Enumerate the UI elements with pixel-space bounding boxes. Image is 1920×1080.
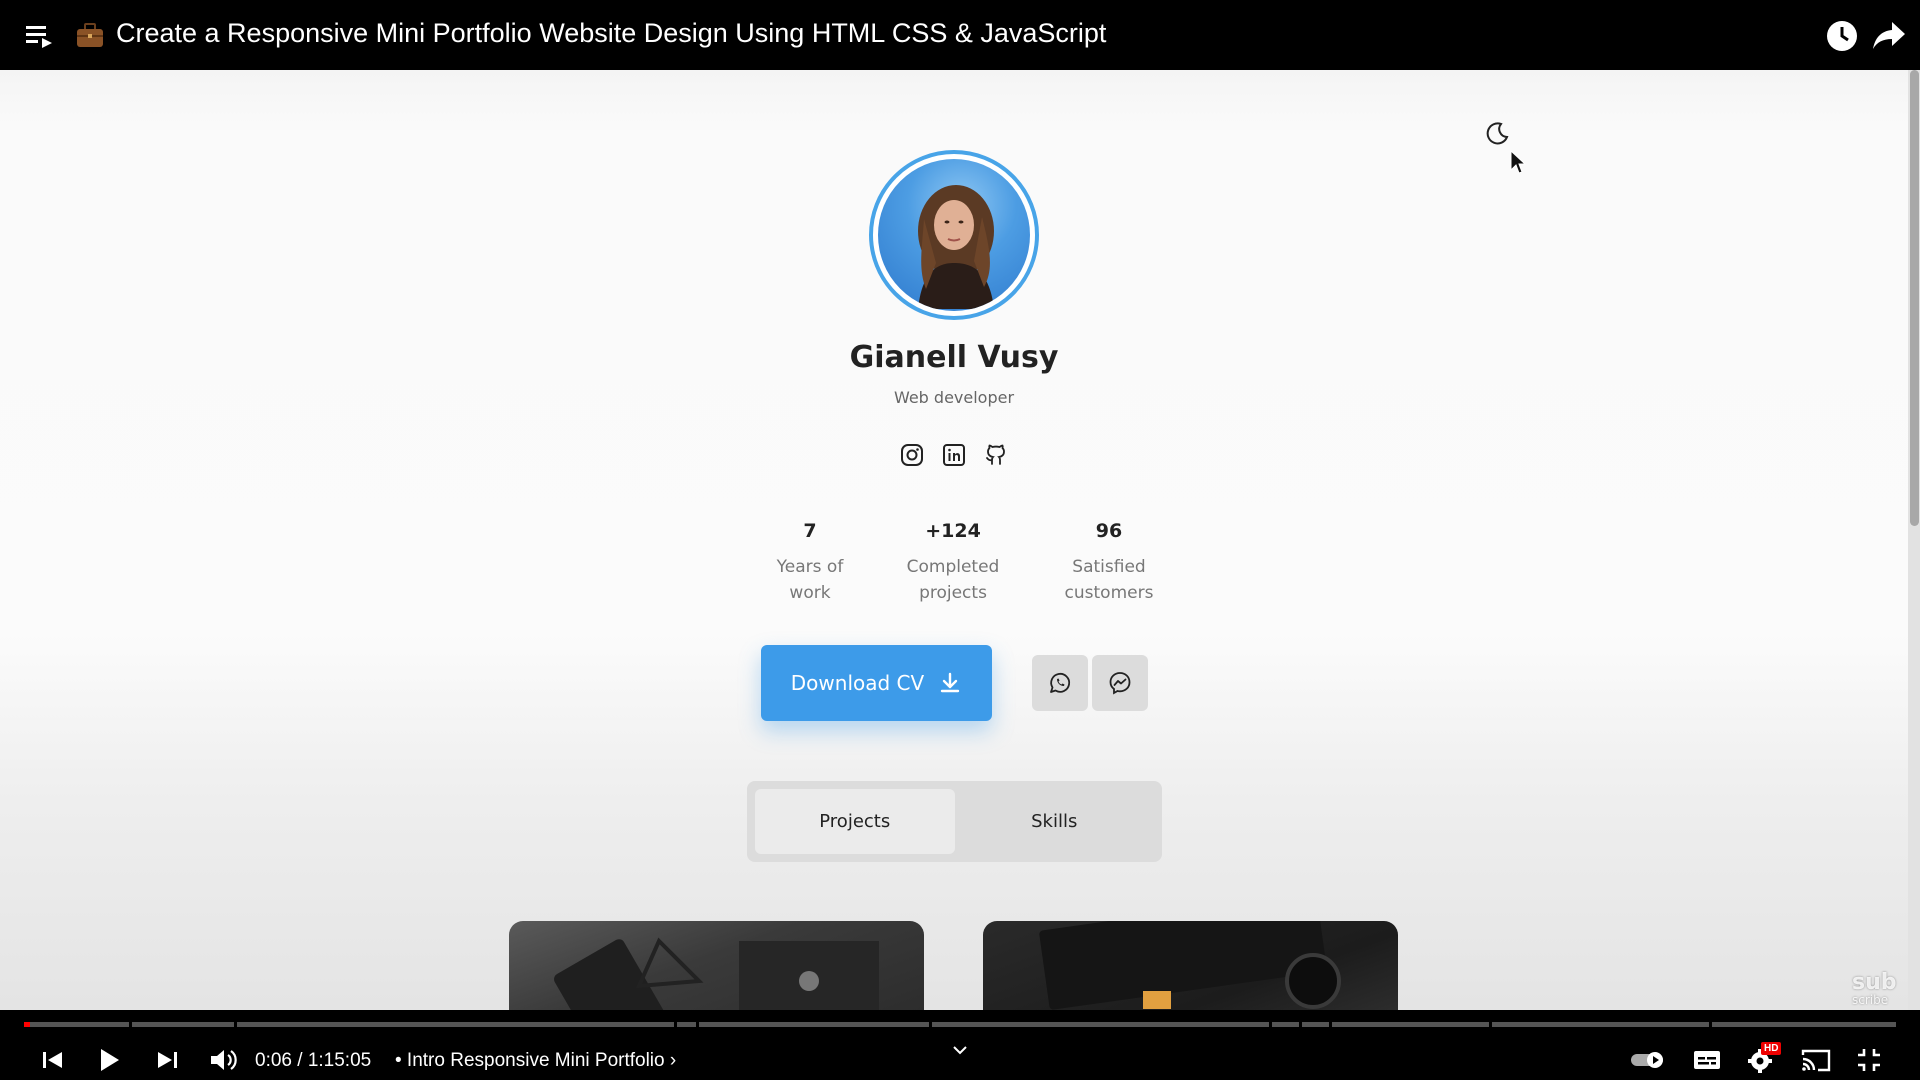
chapter-marker bbox=[129, 1022, 132, 1027]
exit-fullscreen-icon[interactable] bbox=[1854, 1045, 1884, 1075]
stat-label-line1: Years of bbox=[776, 557, 844, 577]
video-player-controls: 0:06 / 1:15:05 • Intro Responsive Mini P… bbox=[0, 1010, 1920, 1080]
messenger-icon bbox=[1109, 672, 1131, 695]
instagram-icon[interactable] bbox=[899, 442, 925, 468]
stat-label-line1: Satisfied bbox=[1072, 557, 1146, 577]
subscribe-watermark[interactable]: sub scribe bbox=[1852, 972, 1898, 1010]
moon-theme-toggle-icon[interactable] bbox=[1484, 120, 1510, 146]
project-image-2 bbox=[1039, 921, 1341, 1010]
stats-row: 7 Years of work +124 Completed projects … bbox=[740, 520, 1168, 630]
next-icon[interactable] bbox=[154, 1045, 180, 1075]
profile-avatar bbox=[869, 150, 1039, 320]
chapter-marker bbox=[1269, 1022, 1272, 1027]
stat-projects: +124 Completed projects bbox=[883, 520, 1023, 606]
tab-skills[interactable]: Skills bbox=[955, 789, 1155, 854]
watermark-line1: sub bbox=[1852, 970, 1897, 995]
stat-value: 96 bbox=[1095, 520, 1123, 542]
tab-projects[interactable]: Projects bbox=[755, 789, 955, 854]
time-display: 0:06 / 1:15:05 bbox=[255, 1050, 372, 1071]
download-cv-label: Download CV bbox=[790, 671, 925, 695]
chapter-marker bbox=[696, 1022, 699, 1027]
chapter-marker bbox=[1709, 1022, 1712, 1027]
chapter-marker bbox=[929, 1022, 932, 1027]
chapter-marker bbox=[234, 1022, 237, 1027]
hd-badge: HD bbox=[1761, 1042, 1782, 1055]
chapter-marker bbox=[1489, 1022, 1492, 1027]
project-image-1 bbox=[554, 937, 879, 1010]
portfolio-page: Gianell Vusy Web developer 7 Years of wo… bbox=[0, 70, 1920, 1010]
messenger-button[interactable] bbox=[1092, 655, 1148, 711]
stat-customers: 96 Satisfied customers bbox=[1039, 520, 1179, 606]
stat-label-line2: projects bbox=[919, 583, 987, 603]
watermark-line2: scribe bbox=[1852, 993, 1889, 1007]
chapter-marker bbox=[1299, 1022, 1302, 1027]
autoplay-toggle-icon[interactable] bbox=[1630, 1045, 1666, 1075]
playlist-menu-icon[interactable] bbox=[26, 24, 54, 48]
mouse-cursor-icon bbox=[1510, 150, 1526, 174]
github-icon[interactable] bbox=[983, 442, 1009, 468]
video-title[interactable]: Create a Responsive Mini Portfolio Websi… bbox=[116, 18, 1106, 49]
stat-value: 7 bbox=[803, 520, 817, 542]
social-links bbox=[899, 442, 1009, 468]
watch-later-clock-icon[interactable] bbox=[1826, 20, 1858, 52]
chevron-down-icon[interactable] bbox=[950, 1040, 970, 1060]
download-cv-button[interactable]: Download CV bbox=[761, 645, 992, 721]
stat-value: +124 bbox=[925, 520, 981, 542]
chapter-marker bbox=[1329, 1022, 1332, 1027]
stat-label-line2: work bbox=[789, 583, 831, 603]
section-tabs: Projects Skills bbox=[747, 781, 1162, 862]
stat-years: 7 Years of work bbox=[740, 520, 880, 606]
subtitles-icon[interactable] bbox=[1692, 1045, 1722, 1075]
previous-icon[interactable] bbox=[40, 1045, 66, 1075]
scrollbar-thumb[interactable] bbox=[1910, 70, 1919, 526]
page-scrollbar[interactable] bbox=[1908, 70, 1920, 1010]
linkedin-icon[interactable] bbox=[941, 442, 967, 468]
whatsapp-button[interactable] bbox=[1032, 655, 1088, 711]
profile-role: Web developer bbox=[893, 388, 1015, 407]
stat-label-line2: customers bbox=[1064, 583, 1154, 603]
whatsapp-icon bbox=[1050, 672, 1071, 693]
play-icon[interactable] bbox=[96, 1045, 122, 1075]
chapter-title[interactable]: • Intro Responsive Mini Portfolio › bbox=[395, 1050, 676, 1072]
video-title-bar: Create a Responsive Mini Portfolio Websi… bbox=[0, 0, 1920, 70]
chapter-marker bbox=[674, 1022, 677, 1027]
profile-name: Gianell Vusy bbox=[849, 340, 1059, 375]
stat-label-line1: Completed bbox=[906, 557, 1000, 577]
download-icon bbox=[941, 672, 960, 693]
project-card-2[interactable] bbox=[983, 921, 1398, 1010]
share-arrow-icon[interactable] bbox=[1872, 20, 1906, 50]
profile-photo bbox=[878, 159, 1030, 311]
volume-icon[interactable] bbox=[208, 1045, 238, 1075]
progress-bar[interactable] bbox=[24, 1022, 1896, 1027]
project-card-1[interactable] bbox=[509, 921, 924, 1010]
briefcase-icon bbox=[77, 23, 103, 47]
progress-fill bbox=[24, 1022, 30, 1027]
cast-icon[interactable] bbox=[1800, 1045, 1832, 1075]
